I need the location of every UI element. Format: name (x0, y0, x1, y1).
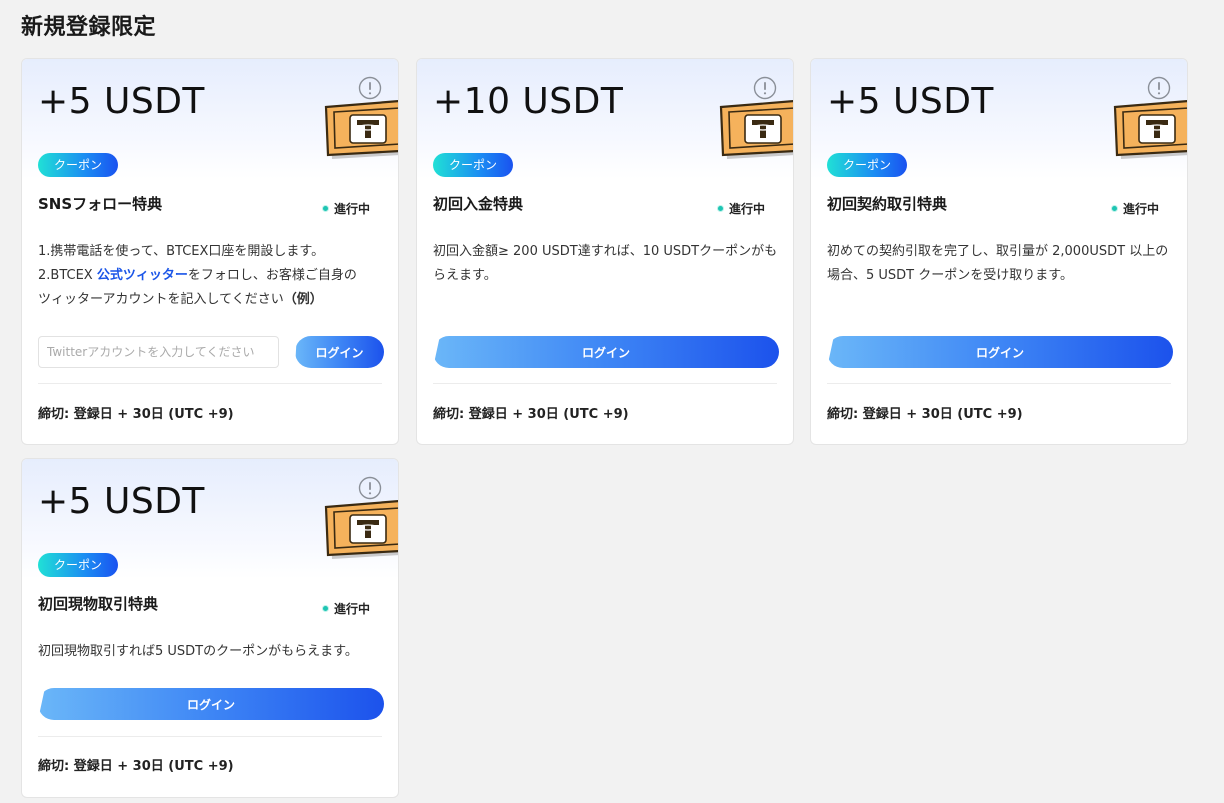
card-description: 初回現物取引すれば5 USDTのクーポンがもらえます。 (38, 644, 358, 659)
coupon-card-first-deposit: +10 USDT クーポン 初回入金特典 進行中 初回入金額≥ 200 USDT… (416, 58, 794, 445)
card-title: 初回契約取引特典 (827, 195, 948, 213)
card-description: 初めての契約引取を完了し、取引量が 2,000USDT 以上の場合、5 USDT… (827, 244, 1169, 283)
deadline-text: 締切: 登録日 + 30日 (UTC +9) (433, 407, 629, 422)
card-description: 初回入金額≥ 200 USDT達すれば、10 USDTクーポンがもらえます。 (433, 244, 778, 283)
coupon-card-first-contract: +5 USDT クーポン 初回契約取引特典 進行中 初めての契約引取を完了し、取… (810, 58, 1188, 445)
example-link[interactable]: （例） (284, 292, 323, 307)
usdt-ticket-icon (719, 97, 794, 163)
usdt-ticket-icon (324, 97, 399, 163)
status-dot-icon (1110, 205, 1118, 212)
deadline-text: 締切: 登録日 + 30日 (UTC +9) (827, 407, 1023, 422)
twitter-account-input[interactable] (38, 336, 279, 368)
card-title: SNSフォロー特典 (38, 195, 163, 213)
description-text: 2.BTCEX (38, 268, 97, 283)
description-text: ツィッターアカウントを記入してください (38, 292, 284, 307)
login-button[interactable]: ログイン (38, 688, 384, 720)
coupon-badge: クーポン (827, 153, 907, 177)
divider (433, 383, 777, 384)
divider (827, 383, 1171, 384)
status-dot-icon (716, 205, 724, 212)
reward-amount: +10 USDT (433, 81, 624, 122)
deadline-text: 締切: 登録日 + 30日 (UTC +9) (38, 759, 234, 774)
coupon-badge: クーポン (38, 153, 118, 177)
coupon-badge: クーポン (38, 553, 118, 577)
coupon-badge: クーポン (433, 153, 513, 177)
official-twitter-link[interactable]: 公式ツィッター (97, 268, 188, 283)
status-label: 進行中 (321, 200, 370, 217)
coupon-card-sns: +5 USDT クーポン SNSフォロー特典 進行中 1.携帯電話を使って、BT… (21, 58, 399, 445)
status-text: 進行中 (333, 602, 370, 616)
reward-amount: +5 USDT (38, 81, 205, 122)
description-text: をフォロし、お客様ご自身の (187, 268, 357, 283)
deadline-text: 締切: 登録日 + 30日 (UTC +9) (38, 407, 234, 422)
description-line: ツィッターアカウントを記入してください（例） (38, 288, 388, 312)
status-label: 進行中 (716, 200, 765, 217)
reward-amount: +5 USDT (827, 81, 994, 122)
login-button[interactable]: ログイン (295, 336, 384, 368)
usdt-ticket-icon (324, 497, 399, 563)
page-title: 新規登録限定 (21, 15, 157, 40)
card-description: 1.携帯電話を使って、BTCEX口座を開設します。 2.BTCEX 公式ツィッタ… (38, 240, 388, 312)
status-text: 進行中 (333, 202, 370, 216)
status-text: 進行中 (728, 202, 765, 216)
status-label: 進行中 (1110, 200, 1159, 217)
coupon-card-first-spot: +5 USDT クーポン 初回現物取引特典 進行中 初回現物取引すれば5 USD… (21, 458, 399, 798)
login-button[interactable]: ログイン (827, 336, 1173, 368)
description-line: 2.BTCEX 公式ツィッターをフォロし、お客様ご自身の (38, 264, 388, 288)
divider (38, 736, 382, 737)
divider (38, 383, 382, 384)
usdt-ticket-icon (1113, 97, 1188, 163)
description-line: 1.携帯電話を使って、BTCEX口座を開設します。 (38, 244, 325, 259)
status-text: 進行中 (1122, 202, 1159, 216)
card-title: 初回入金特典 (433, 195, 524, 213)
status-dot-icon (321, 205, 329, 212)
status-label: 進行中 (321, 600, 370, 617)
reward-amount: +5 USDT (38, 481, 205, 522)
status-dot-icon (321, 605, 329, 612)
login-button[interactable]: ログイン (433, 336, 779, 368)
card-title: 初回現物取引特典 (38, 595, 159, 613)
